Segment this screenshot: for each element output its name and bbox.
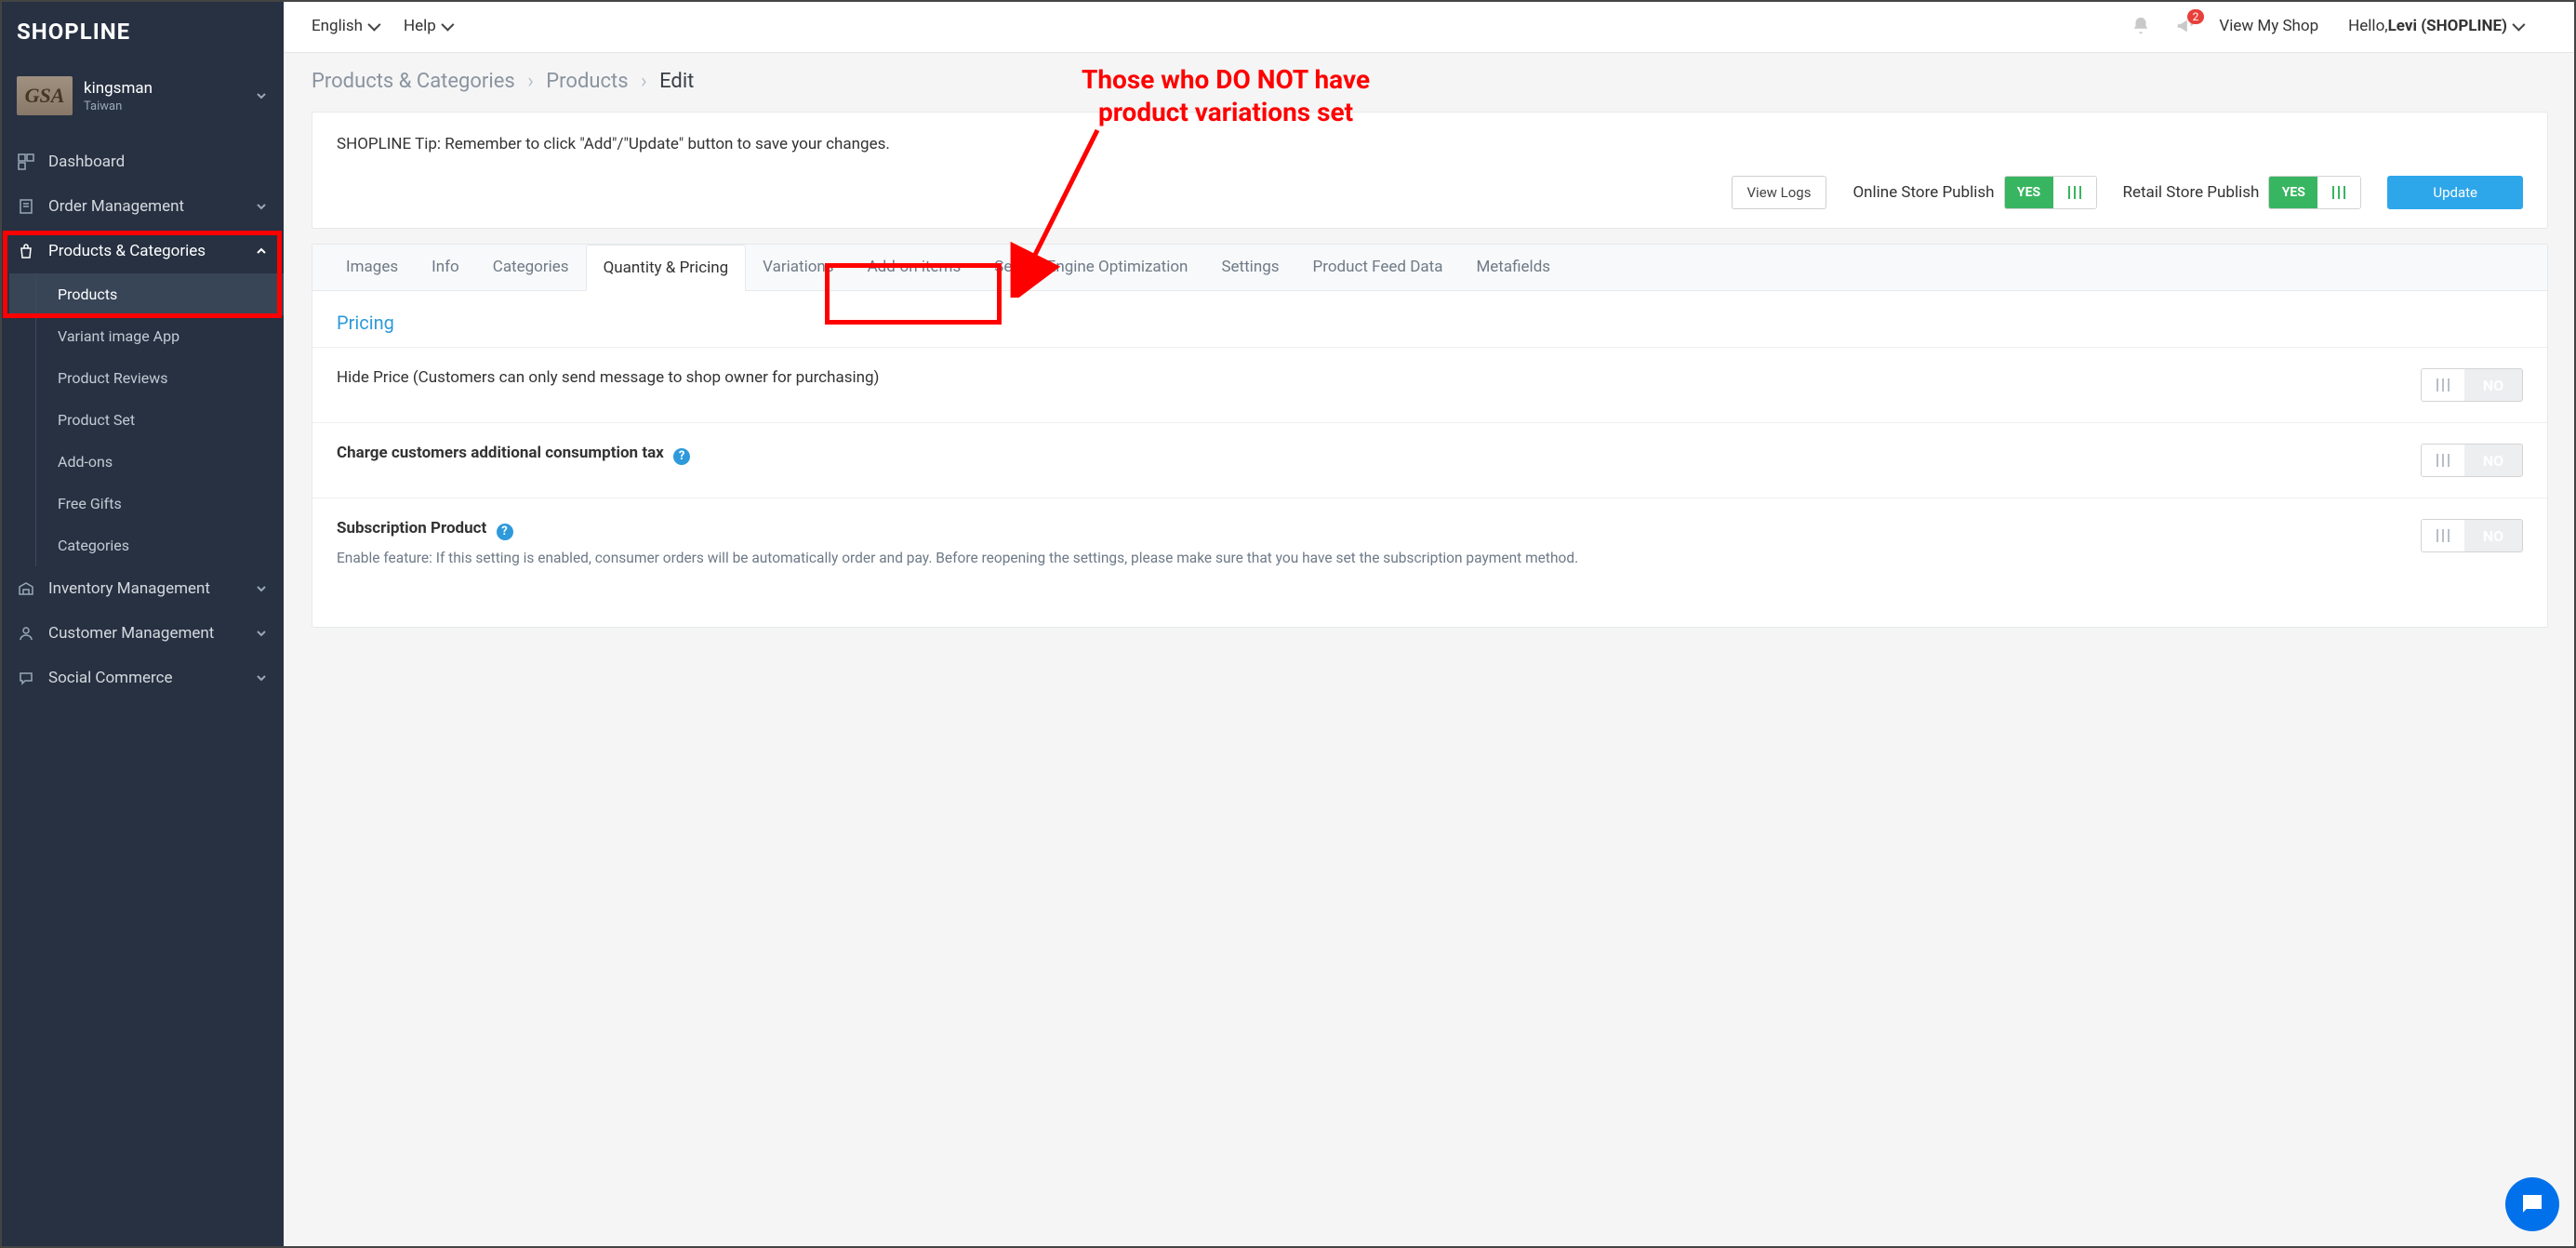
tab-settings[interactable]: Settings	[1204, 245, 1295, 290]
hide-price-label: Hide Price (Customers can only send mess…	[337, 368, 2421, 387]
notification-badge: 2	[2187, 9, 2205, 24]
update-button[interactable]: Update	[2387, 176, 2523, 209]
tabs-card: Images Info Categories Quantity & Pricin…	[312, 244, 2548, 628]
retail-publish-toggle[interactable]: YES	[2268, 176, 2361, 209]
shop-region: Taiwan	[84, 100, 256, 113]
logo-text: SHOPLINE	[17, 19, 130, 45]
user-menu[interactable]: Hello, Levi (SHOPLINE)	[2348, 17, 2522, 35]
tab-metafields[interactable]: Metafields	[1459, 245, 1567, 290]
online-publish-label: Online Store Publish	[1852, 183, 1994, 202]
help-icon[interactable]: ?	[673, 448, 690, 465]
help-icon[interactable]: ?	[497, 524, 513, 540]
orders-icon	[17, 197, 35, 216]
tab-info[interactable]: Info	[415, 245, 476, 290]
retail-publish-label: Retail Store Publish	[2123, 183, 2260, 202]
row-consumption-tax: Charge customers additional consumption …	[312, 422, 2547, 498]
toggle-grip-icon	[2053, 177, 2096, 208]
chevron-down-icon	[256, 90, 267, 101]
sidebar-item-orders[interactable]: Order Management	[0, 184, 284, 229]
toggle-grip-icon	[2422, 369, 2464, 401]
sidebar-item-label: Products & Categories	[48, 242, 256, 260]
hide-price-toggle[interactable]: NO	[2421, 368, 2523, 402]
toggle-grip-icon	[2422, 445, 2464, 476]
bag-icon	[17, 242, 35, 260]
sidebar-item-variant-image[interactable]: Variant image App	[9, 315, 284, 357]
view-shop-link[interactable]: View My Shop	[2219, 17, 2318, 35]
language-selector[interactable]: English	[312, 17, 378, 35]
sidebar-item-product-set[interactable]: Product Set	[9, 399, 284, 441]
sidebar-item-products[interactable]: Products	[9, 273, 284, 315]
breadcrumb-item[interactable]: Products & Categories	[312, 70, 515, 93]
bell-icon[interactable]	[2130, 15, 2152, 37]
breadcrumb-item[interactable]: Products	[546, 70, 628, 93]
user-name: Levi (SHOPLINE)	[2388, 17, 2507, 35]
chevron-down-icon	[256, 201, 267, 212]
logo: SHOPLINE	[0, 0, 284, 63]
section-title-pricing: Pricing	[312, 291, 2547, 347]
subscription-desc: Enable feature: If this setting is enabl…	[337, 548, 2402, 569]
sidebar-item-label: Customer Management	[48, 624, 256, 643]
chevron-down-icon	[256, 672, 267, 684]
megaphone-icon[interactable]: 2	[2174, 15, 2197, 37]
row-hide-price: Hide Price (Customers can only send mess…	[312, 347, 2547, 422]
toggle-no: NO	[2464, 520, 2522, 551]
shop-selector[interactable]: GSA kingsman Taiwan	[0, 63, 284, 128]
view-logs-button[interactable]: View Logs	[1732, 176, 1827, 209]
chat-icon	[17, 669, 35, 687]
sidebar-item-label: Dashboard	[48, 153, 267, 171]
sidebar-item-social-commerce[interactable]: Social Commerce	[0, 656, 284, 700]
toggle-yes: YES	[2005, 177, 2053, 208]
subscription-toggle[interactable]: NO	[2421, 519, 2523, 552]
toggle-grip-icon	[2422, 520, 2464, 551]
sidebar-item-dashboard[interactable]: Dashboard	[0, 139, 284, 184]
hello-label: Hello,	[2348, 17, 2387, 35]
sidebar-item-product-reviews[interactable]: Product Reviews	[9, 357, 284, 399]
topbar: English Help 2 View My Shop Hello, Levi …	[284, 0, 2576, 53]
inventory-icon	[17, 579, 35, 598]
subscription-label: Subscription Product ? Enable feature: I…	[337, 519, 2421, 569]
sidebar-item-label: Social Commerce	[48, 669, 256, 687]
row-subscription: Subscription Product ? Enable feature: I…	[312, 498, 2547, 590]
tip-card: SHOPLINE Tip: Remember to click "Add"/"U…	[312, 112, 2548, 229]
tab-quantity-pricing[interactable]: Quantity & Pricing	[586, 245, 747, 291]
sidebar-item-add-ons[interactable]: Add-ons	[9, 441, 284, 483]
sidebar-item-categories[interactable]: Categories	[9, 524, 284, 566]
breadcrumb-current: Edit	[659, 70, 694, 93]
toggle-yes: YES	[2269, 177, 2317, 208]
breadcrumb: Products & Categories › Products › Edit	[284, 53, 2576, 97]
help-menu[interactable]: Help	[404, 17, 451, 35]
toggle-no: NO	[2464, 445, 2522, 476]
sidebar-item-label: Order Management	[48, 197, 256, 216]
submenu-products: Products Variant image App Product Revie…	[0, 273, 284, 566]
sidebar-item-free-gifts[interactable]: Free Gifts	[9, 483, 284, 524]
shop-name: kingsman	[84, 79, 256, 98]
tab-images[interactable]: Images	[329, 245, 415, 290]
tab-variations[interactable]: Variations	[746, 245, 850, 290]
toggle-no: NO	[2464, 369, 2522, 401]
tab-seo[interactable]: Search Engine Optimization	[977, 245, 1204, 290]
sidebar-item-label: Inventory Management	[48, 579, 256, 598]
tip-text: SHOPLINE Tip: Remember to click "Add"/"U…	[337, 135, 2523, 153]
tab-bar: Images Info Categories Quantity & Pricin…	[312, 245, 2547, 291]
intercom-chat-button[interactable]	[2505, 1177, 2559, 1231]
chevron-down-icon	[256, 583, 267, 594]
tax-label: Charge customers additional consumption …	[337, 444, 2421, 465]
chevron-down-icon	[256, 628, 267, 639]
tab-product-feed[interactable]: Product Feed Data	[1296, 245, 1460, 290]
tab-addon-items[interactable]: Add-on items	[851, 245, 978, 290]
shop-avatar: GSA	[17, 76, 73, 115]
sidebar-item-inventory[interactable]: Inventory Management	[0, 566, 284, 611]
sidebar-nav: Dashboard Order Management Products & Ca…	[0, 139, 284, 1248]
dashboard-icon	[17, 153, 35, 171]
user-icon	[17, 624, 35, 643]
sidebar-item-customers[interactable]: Customer Management	[0, 611, 284, 656]
chevron-up-icon	[256, 246, 267, 257]
tax-toggle[interactable]: NO	[2421, 444, 2523, 477]
online-publish-toggle[interactable]: YES	[2004, 176, 2097, 209]
main-area: English Help 2 View My Shop Hello, Levi …	[284, 0, 2576, 1248]
tab-categories[interactable]: Categories	[476, 245, 586, 290]
sidebar-item-products-categories[interactable]: Products & Categories	[0, 229, 284, 273]
sidebar: SHOPLINE GSA kingsman Taiwan Dashboard O…	[0, 0, 284, 1248]
toggle-grip-icon	[2317, 177, 2360, 208]
